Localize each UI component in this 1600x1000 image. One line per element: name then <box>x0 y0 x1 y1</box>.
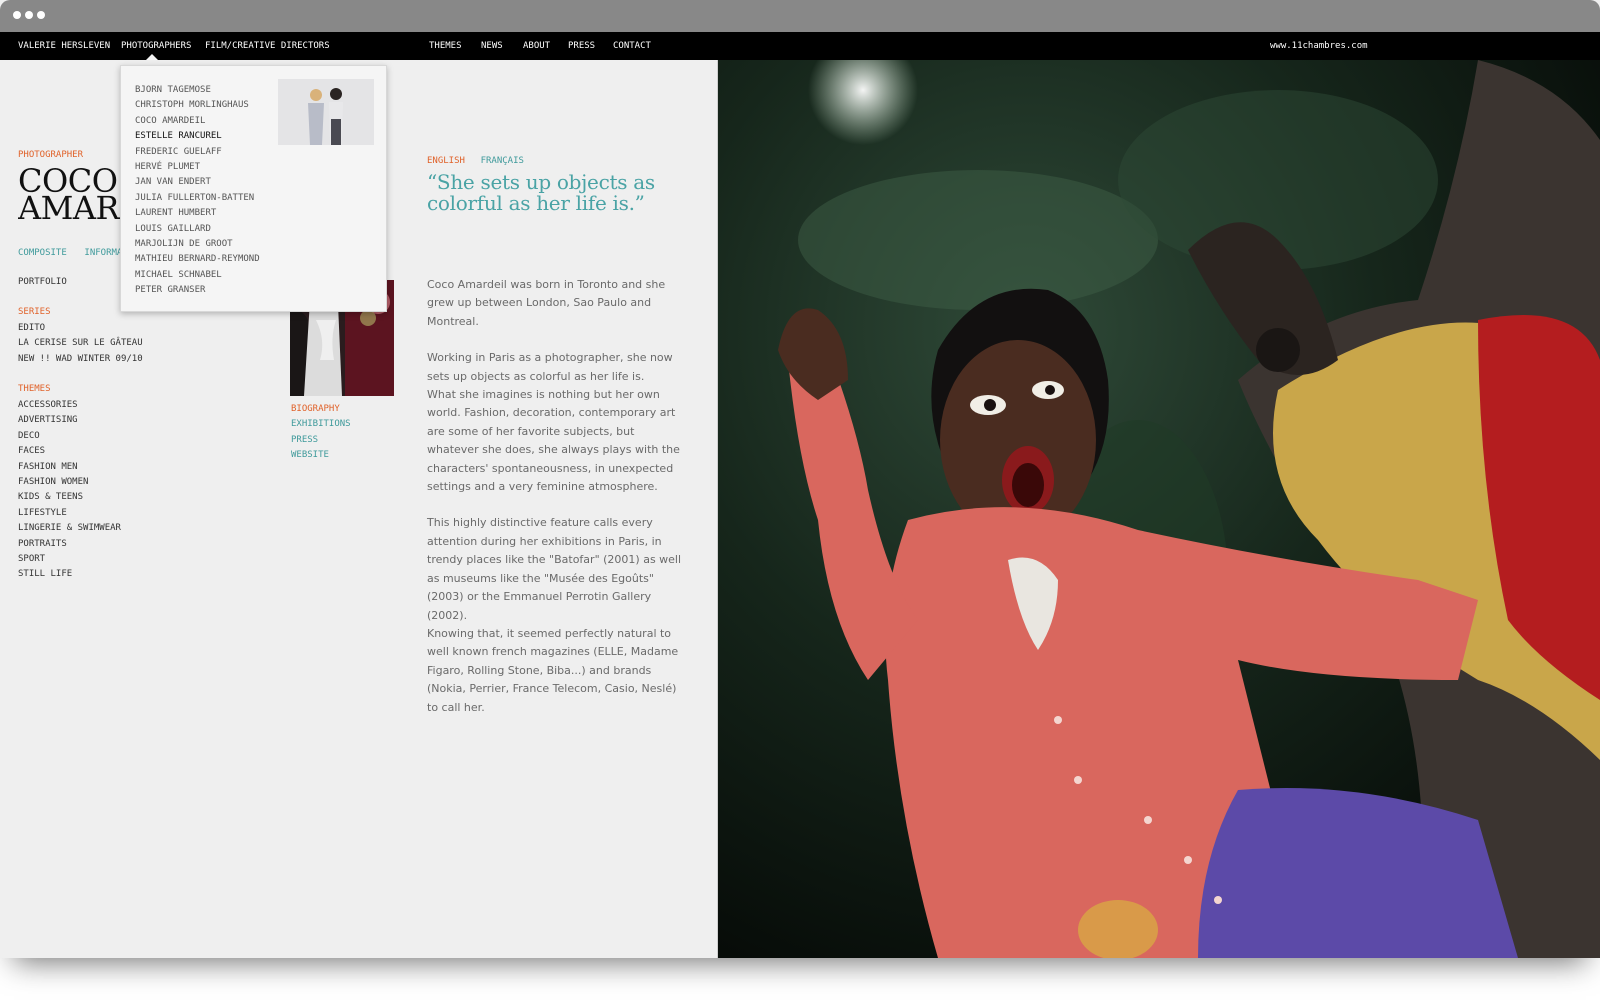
themes-heading: THEMES <box>18 384 51 394</box>
series-heading: SERIES <box>18 307 51 317</box>
photographer-menu-item[interactable]: HERVÉ PLUMET <box>135 160 260 175</box>
series-item[interactable]: EDITO <box>18 321 143 336</box>
theme-item[interactable]: LIFESTYLE <box>18 506 121 521</box>
photographer-menu-item-active[interactable]: ESTELLE RANCUREL <box>135 129 260 144</box>
photographers-list: BJORN TAGEMOSE CHRISTOPH MORLINGHAUS COC… <box>135 83 260 299</box>
photographer-menu-item[interactable]: COCO AMARDEIL <box>135 114 260 129</box>
tab-information[interactable]: INFORMATION <box>84 248 122 258</box>
theme-item[interactable]: LINGERIE & SWIMWEAR <box>18 521 121 536</box>
bio-paragraph: Coco Amardeil was born in Toronto and sh… <box>427 278 666 328</box>
photographer-menu-item[interactable]: FREDERIC GUELAFF <box>135 145 260 160</box>
theme-item[interactable]: DECO <box>18 429 121 444</box>
photographer-menu-item[interactable]: MATHIEU BERNARD-REYMOND <box>135 252 260 267</box>
series-item[interactable]: NEW !! WAD WINTER 09/10 <box>18 352 143 367</box>
theme-item[interactable]: STILL LIFE <box>18 567 121 582</box>
nav-news[interactable]: NEWS <box>481 32 503 60</box>
site-url-link[interactable]: www.11chambres.com <box>1270 32 1368 60</box>
top-navbar: VALERIE HERSLEVEN PHOTOGRAPHERS FILM/CRE… <box>0 32 1600 60</box>
window-minimize-dot[interactable] <box>25 11 33 19</box>
window-titlebar <box>0 0 1600 32</box>
photographer-menu-item[interactable]: LOUIS GAILLARD <box>135 222 260 237</box>
photographer-preview-thumbnail <box>278 79 374 145</box>
theme-item[interactable]: ACCESSORIES <box>18 398 121 413</box>
photographer-menu-item[interactable]: MARJOLIJN DE GROOT <box>135 237 260 252</box>
photographer-menu-item[interactable]: LAURENT HUMBERT <box>135 206 260 221</box>
bio-paragraph: What she imagines is nothing but her own… <box>427 388 680 494</box>
theme-item[interactable]: FASHION WOMEN <box>18 475 121 490</box>
dropdown-caret <box>146 54 158 60</box>
lang-french[interactable]: FRANÇAIS <box>481 156 524 166</box>
bio-paragraph: Working in Paris as a photographer, she … <box>427 351 673 383</box>
bio-paragraph: Knowing that, it seemed perfectly natura… <box>427 626 679 714</box>
photographer-menu-item[interactable]: CHRISTOPH MORLINGHAUS <box>135 98 260 113</box>
nav-about[interactable]: ABOUT <box>523 32 550 60</box>
theme-item[interactable]: SPORT <box>18 552 121 567</box>
featured-photo <box>718 60 1600 958</box>
biography-text: Coco Amardeil was born in Toronto and sh… <box>427 276 687 717</box>
pull-quote: “She sets up objects as colorful as her … <box>427 170 655 215</box>
nav-film-creative-directors[interactable]: FILM/CREATIVE DIRECTORS <box>205 32 330 60</box>
photographer-menu-item[interactable]: JAN VAN ENDERT <box>135 175 260 190</box>
website-link[interactable]: WEBSITE <box>291 448 351 463</box>
portfolio-link[interactable]: PORTFOLIO <box>18 275 67 290</box>
photographer-name: COCO AMARDEIL <box>18 168 122 222</box>
photographer-menu-item[interactable]: PETER GRANSER <box>135 283 260 298</box>
featured-photo-art <box>718 60 1600 958</box>
exhibitions-link[interactable]: EXHIBITIONS <box>291 417 351 432</box>
preview-thumbnail-art <box>278 79 374 145</box>
tab-composite[interactable]: COMPOSITE <box>18 248 67 258</box>
photographer-menu-item[interactable]: MICHAEL SCHNABEL <box>135 268 260 283</box>
nav-themes[interactable]: THEMES <box>429 32 462 60</box>
profile-tabs: COMPOSITE INFORMATION <box>18 240 122 261</box>
series-list: EDITO LA CERISE SUR LE GÂTEAU NEW !! WAD… <box>18 321 143 367</box>
theme-item[interactable]: KIDS & TEENS <box>18 490 121 505</box>
nav-press[interactable]: PRESS <box>568 32 595 60</box>
browser-window: VALERIE HERSLEVEN PHOTOGRAPHERS FILM/CRE… <box>0 0 1600 958</box>
theme-item[interactable]: PORTRAITS <box>18 537 121 552</box>
info-links: BIOGRAPHY EXHIBITIONS PRESS WEBSITE <box>291 402 351 464</box>
series-item[interactable]: LA CERISE SUR LE GÂTEAU <box>18 336 143 351</box>
name-line-2: AMARDEIL <box>18 189 122 222</box>
window-maximize-dot[interactable] <box>37 11 45 19</box>
themes-list: ACCESSORIES ADVERTISING DECO FACES FASHI… <box>18 398 121 583</box>
role-label: PHOTOGRAPHER <box>18 150 84 160</box>
photographer-menu-item[interactable]: JULIA FULLERTON-BATTEN <box>135 191 260 206</box>
theme-item[interactable]: FACES <box>18 444 121 459</box>
window-close-dot[interactable] <box>13 11 21 19</box>
photographers-dropdown: BJORN TAGEMOSE CHRISTOPH MORLINGHAUS COC… <box>120 65 387 312</box>
language-switcher: ENGLISH FRANÇAIS <box>427 148 524 169</box>
nav-valerie-hersleven[interactable]: VALERIE HERSLEVEN <box>18 32 110 60</box>
photographer-menu-item[interactable]: BJORN TAGEMOSE <box>135 83 260 98</box>
theme-item[interactable]: FASHION MEN <box>18 460 121 475</box>
lang-english[interactable]: ENGLISH <box>427 156 465 166</box>
theme-item[interactable]: ADVERTISING <box>18 413 121 428</box>
press-link[interactable]: PRESS <box>291 433 351 448</box>
nav-contact[interactable]: CONTACT <box>613 32 651 60</box>
biography-link[interactable]: BIOGRAPHY <box>291 402 351 417</box>
bio-paragraph: This highly distinctive feature calls ev… <box>427 516 682 622</box>
